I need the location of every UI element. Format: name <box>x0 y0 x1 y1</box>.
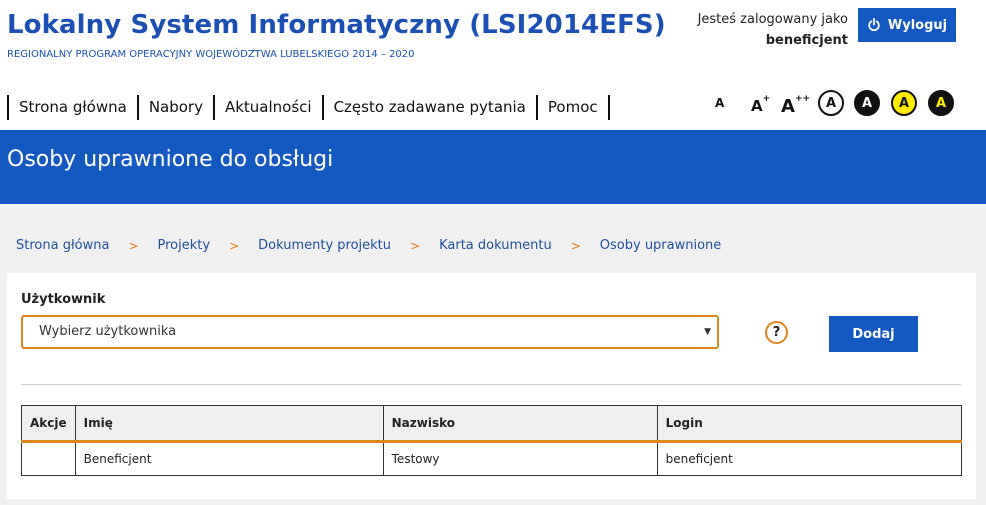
nav-item-home[interactable]: Strona główna <box>7 95 137 120</box>
cell-akcje <box>21 441 76 476</box>
breadcrumb-item-current: Osoby uprawnione <box>599 238 722 253</box>
help-icon[interactable]: ? <box>765 321 788 344</box>
nav-item-pomoc[interactable]: Pomoc <box>535 95 610 120</box>
content-card: Użytkownik Wybierz użytkownika ▼ ? Dodaj… <box>7 273 976 499</box>
breadcrumb-item-home[interactable]: Strona główna <box>16 238 109 253</box>
cell-login: beneficjent <box>656 441 963 476</box>
column-header-login: Login <box>656 405 963 443</box>
table-header-row: Akcje Imię Nazwisko Login <box>21 405 963 443</box>
user-select-value: Wybierz użytkownika <box>39 324 177 339</box>
users-table: Akcje Imię Nazwisko Login Beneficjent Te… <box>21 405 963 476</box>
contrast-black-white-button[interactable]: A <box>854 90 880 116</box>
breadcrumb-item-dokumenty[interactable]: Dokumenty projektu <box>258 238 391 253</box>
table-row: Beneficjent Testowy beneficjent <box>21 441 963 476</box>
app-subtitle: REGIONALNY PROGRAM OPERACYJNY WOJEWÓDZTW… <box>7 49 415 60</box>
column-header-nazwisko: Nazwisko <box>382 405 658 443</box>
username: beneficjent <box>765 33 848 48</box>
chevron-down-icon: ▼ <box>704 327 711 337</box>
logout-label: Wyloguj <box>887 17 948 33</box>
font-size-small-button[interactable]: A <box>715 89 724 117</box>
divider <box>21 384 961 385</box>
contrast-black-yellow-button[interactable]: A <box>928 90 954 116</box>
main-nav: Strona główna Nabory Aktualności Często … <box>7 95 610 120</box>
breadcrumb-separator: > <box>410 238 421 253</box>
cell-imie: Beneficjent <box>74 441 384 476</box>
logged-in-label: Jesteś zalogowany jako <box>697 12 848 27</box>
app-title: Lokalny System Informatyczny (LSI2014EFS… <box>7 10 666 40</box>
page-title: Osoby uprawnione do obsługi <box>7 147 334 172</box>
column-header-akcje: Akcje <box>21 405 76 443</box>
power-icon <box>868 18 880 32</box>
nav-item-nabory[interactable]: Nabory <box>136 95 213 120</box>
accessibility-controls: A A+ A++ A A A A <box>708 89 968 117</box>
user-select[interactable]: Wybierz użytkownika ▼ <box>21 315 719 349</box>
font-size-medium-button[interactable]: A+ <box>751 89 770 120</box>
nav-item-aktualnosci[interactable]: Aktualności <box>212 95 322 120</box>
breadcrumb-item-karta[interactable]: Karta dokumentu <box>439 238 552 253</box>
breadcrumb-item-projekty[interactable]: Projekty <box>158 238 211 253</box>
cell-nazwisko: Testowy <box>382 441 658 476</box>
breadcrumb-separator: > <box>229 238 240 253</box>
breadcrumb-separator: > <box>570 238 581 253</box>
contrast-default-button[interactable]: A <box>818 90 844 116</box>
breadcrumb: Strona główna > Projekty > Dokumenty pro… <box>16 238 721 253</box>
login-info: Jesteś zalogowany jako beneficjent <box>698 9 848 51</box>
user-field-label: Użytkownik <box>21 292 106 307</box>
breadcrumb-separator: > <box>128 238 139 253</box>
add-button[interactable]: Dodaj <box>829 316 918 352</box>
header: Lokalny System Informatyczny (LSI2014EFS… <box>0 0 986 130</box>
font-size-large-button[interactable]: A++ <box>781 89 810 121</box>
column-header-imie: Imię <box>74 405 384 443</box>
contrast-yellow-black-button[interactable]: A <box>891 90 917 116</box>
logout-button[interactable]: Wyloguj <box>858 8 956 42</box>
nav-item-faq[interactable]: Często zadawane pytania <box>321 95 536 120</box>
